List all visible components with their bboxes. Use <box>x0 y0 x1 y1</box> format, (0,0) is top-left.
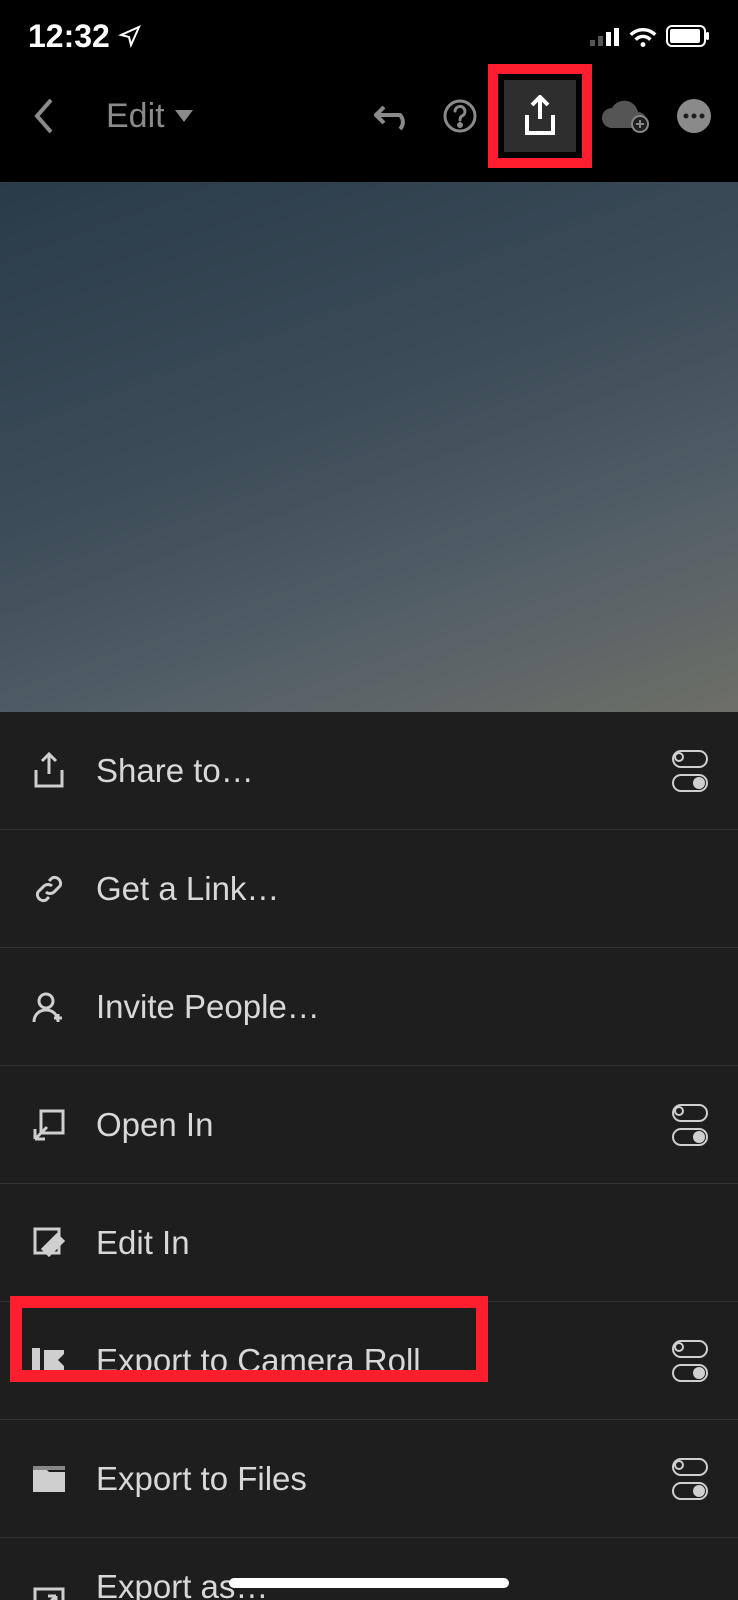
menu-edit-in[interactable]: Edit In <box>0 1184 738 1302</box>
settings-toggle-icon[interactable] <box>672 750 708 792</box>
settings-toggle-icon[interactable] <box>672 1340 708 1382</box>
cellular-icon <box>590 26 620 46</box>
battery-icon <box>666 25 710 47</box>
toolbar-title: Edit <box>106 97 165 136</box>
share-menu: Share to… Get a Link… Invite People… Ope… <box>0 712 738 1600</box>
settings-toggle-icon[interactable] <box>672 1458 708 1500</box>
status-time: 12:32 <box>28 18 110 55</box>
menu-export-files[interactable]: Export to Files <box>0 1420 738 1538</box>
link-icon <box>30 870 68 908</box>
edit-in-icon <box>30 1224 68 1262</box>
camera-roll-icon <box>30 1342 68 1380</box>
menu-export-camera-roll[interactable]: Export to Camera Roll <box>0 1302 738 1420</box>
menu-get-link[interactable]: Get a Link… <box>0 830 738 948</box>
edit-dropdown[interactable]: Edit <box>106 97 193 136</box>
top-toolbar: Edit <box>0 60 738 182</box>
chevron-down-icon <box>175 110 193 122</box>
menu-share-to[interactable]: Share to… <box>0 712 738 830</box>
menu-invite-people[interactable]: Invite People… <box>0 948 738 1066</box>
export-as-icon <box>30 1584 68 1600</box>
menu-label: Export to Files <box>96 1460 307 1498</box>
back-button[interactable] <box>22 94 66 138</box>
status-right <box>590 25 710 47</box>
wifi-icon <box>628 25 658 47</box>
menu-label: Share to… <box>96 752 254 790</box>
menu-label: Get a Link… <box>96 870 279 908</box>
menu-export-as[interactable]: Export as… Choose file type, sizing and … <box>0 1538 738 1600</box>
more-button[interactable] <box>672 94 716 138</box>
status-bar: 12:32 <box>0 0 738 60</box>
share-icon <box>521 95 559 137</box>
invite-icon <box>30 988 68 1026</box>
help-button[interactable] <box>438 94 482 138</box>
cloud-add-button[interactable] <box>598 94 650 138</box>
menu-label: Invite People… <box>96 988 320 1026</box>
settings-toggle-icon[interactable] <box>672 1104 708 1146</box>
photo-preview[interactable] <box>0 182 738 712</box>
home-indicator[interactable] <box>229 1578 509 1588</box>
open-in-icon <box>30 1106 68 1144</box>
menu-label: Export to Camera Roll <box>96 1342 421 1380</box>
menu-label: Open In <box>96 1106 213 1144</box>
share-button[interactable] <box>504 80 576 152</box>
menu-label: Edit In <box>96 1224 190 1262</box>
location-icon <box>118 24 142 48</box>
folder-icon <box>30 1460 68 1498</box>
undo-button[interactable] <box>372 94 416 138</box>
menu-open-in[interactable]: Open In <box>0 1066 738 1184</box>
share-icon <box>30 752 68 790</box>
